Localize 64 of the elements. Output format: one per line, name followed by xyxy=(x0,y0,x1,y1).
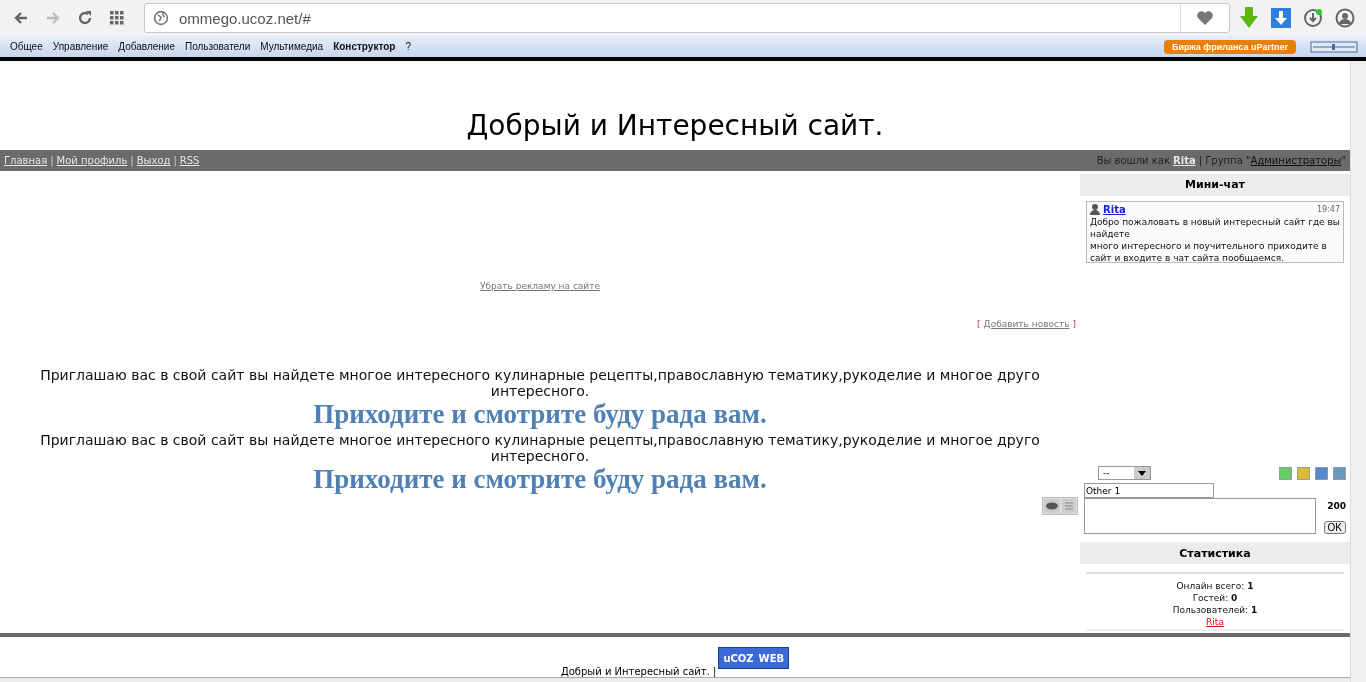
login-label: Вы вошли как xyxy=(1096,154,1170,166)
ok-button[interactable]: OK xyxy=(1323,521,1346,535)
globe-icon xyxy=(153,10,169,26)
site-title: Добрый и Интересный сайт. xyxy=(465,108,885,145)
nav-link[interactable]: Мой профиль xyxy=(56,154,128,166)
admin-menu-item[interactable]: Конструктор xyxy=(333,41,396,52)
footer-text: Добрый и Интересный сайт. | xyxy=(560,666,717,678)
group-label: | Группа " xyxy=(1198,154,1251,166)
back-arrow-icon xyxy=(13,10,29,26)
user-link[interactable]: Rita xyxy=(1173,154,1196,166)
grid-icon xyxy=(110,11,124,25)
ucoz-logo[interactable]: uCOZ WEB xyxy=(718,647,790,670)
user-icon xyxy=(1335,8,1355,28)
nav-link[interactable]: Выход xyxy=(136,154,171,166)
download-icon xyxy=(1271,8,1291,28)
quote-mark: " xyxy=(1341,154,1346,166)
invite-heading: Приходите и смотрите буду рада вам. xyxy=(313,463,767,495)
admin-menu-item[interactable]: Мультимедиа xyxy=(260,41,324,52)
group-link[interactable]: Администраторы xyxy=(1250,154,1342,166)
document-icon xyxy=(1062,498,1076,513)
nav-link[interactable]: Главная xyxy=(4,154,48,166)
nav-link[interactable]: RSS xyxy=(179,154,200,166)
char-count: 200 xyxy=(1327,501,1346,512)
name-field[interactable]: Other 1 xyxy=(1084,483,1214,499)
add-news-link[interactable]: Добавить новость xyxy=(983,318,1070,329)
url-text: ommego.ucoz.net/# xyxy=(179,9,312,27)
vertical-scrollbar[interactable] xyxy=(1350,61,1366,682)
remove-ads-link[interactable]: Убрать рекламу на сайте xyxy=(480,280,600,291)
caret-icon xyxy=(1138,470,1146,476)
intro-paragraph: Приглашаю вас в свой сайт вы найдете многое интересного кулинарные рецепты,православную тематику,рукоделие и многое друго интересного. xyxy=(39,366,1041,399)
heart-icon xyxy=(1196,10,1214,26)
user-icon xyxy=(1090,204,1100,216)
admin-menu-item[interactable]: Пользователи xyxy=(185,41,251,52)
eye-icon xyxy=(1044,498,1060,513)
bracket: [ xyxy=(977,318,981,329)
slider-icon xyxy=(1310,40,1358,53)
reload-icon xyxy=(77,10,93,26)
separator: | xyxy=(50,154,54,166)
horizontal-scrollbar[interactable] xyxy=(0,677,1350,682)
online-user-link[interactable]: Rita xyxy=(1206,616,1224,629)
separator: | xyxy=(130,154,134,166)
intro-paragraph: Приглашаю вас в свой сайт вы найдете многое интересного кулинарные рецепты,православную тематику,рукоделие и многое друго интересного. xyxy=(39,431,1041,464)
invite-heading: Приходите и смотрите буду рада вам. xyxy=(313,398,767,430)
message-field[interactable] xyxy=(1084,498,1316,535)
separator: | xyxy=(173,154,177,166)
address-bar[interactable]: ommego.ucoz.net/# xyxy=(144,3,1230,33)
bracket: ] xyxy=(1072,318,1076,329)
admin-menu-item[interactable]: Управление xyxy=(52,41,109,52)
admin-menu-item[interactable]: ? xyxy=(405,41,411,52)
stats-line: Онлайн всего: 1 xyxy=(1176,580,1254,593)
chat-time: 19:47 xyxy=(1316,203,1340,216)
download-button[interactable] xyxy=(1268,5,1294,31)
down-arrow-icon xyxy=(1239,7,1259,29)
download-circle-icon xyxy=(1303,8,1323,28)
chat-author[interactable]: Rita xyxy=(1103,203,1126,216)
forward-arrow-icon xyxy=(45,10,61,26)
minichat-title: Мини-чат xyxy=(1080,173,1350,196)
admin-menu-item[interactable]: Общее xyxy=(10,41,43,52)
admin-menu-item[interactable]: Добавление xyxy=(118,41,175,52)
stats-line: Гостей: 0 xyxy=(1192,592,1238,605)
stats-title: Статистика xyxy=(1080,542,1350,565)
smiley-select[interactable]: -- xyxy=(1098,466,1151,481)
stats-line: Пользователей: 1 xyxy=(1172,604,1258,617)
chat-text: много интересного и поучительного приходите в сайт и входите в чат сайта пообщаемся. xyxy=(1090,239,1328,264)
